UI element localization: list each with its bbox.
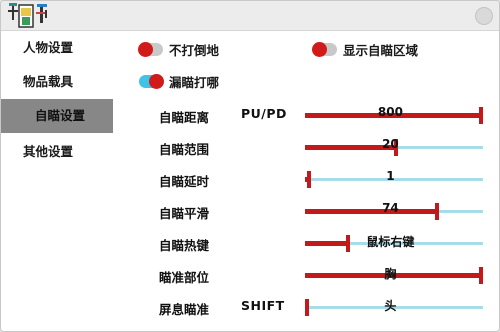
setting-slider-aim-distance[interactable]: 800 (305, 105, 483, 124)
close-button[interactable] (475, 7, 493, 25)
setting-slider-hold-breath-aim[interactable]: 头 (305, 299, 483, 316)
toggle-label: 漏瞄打哪 (169, 74, 220, 90)
setting-label: 屏息瞄准 (159, 302, 210, 317)
setting-hotkey: PU/PD (241, 106, 287, 121)
toggle-show-aim-area[interactable]: 显示自瞄区域 (312, 39, 419, 59)
slider-fill (305, 209, 437, 214)
setting-slider-aim-smooth[interactable]: 74 (305, 201, 483, 220)
setting-hotkey: SHIFT (241, 298, 285, 313)
toggle-miss-aim[interactable]: 漏瞄打哪 (139, 71, 219, 91)
slider-thumb[interactable] (307, 171, 311, 188)
setting-row-aim-range: 自瞄范围 20 (113, 137, 499, 159)
slider-thumb[interactable] (479, 107, 483, 124)
sidebar-item-items-vehicles[interactable]: 物品载具 (1, 65, 113, 99)
slider-value: 鼠标右键 (366, 235, 415, 249)
setting-row-aim-body-part: 瞄准部位 胸 (113, 265, 499, 287)
slider-thumb[interactable] (479, 267, 483, 284)
setting-label: 自瞄热键 (159, 238, 210, 253)
sidebar: 人物设置 物品载具 自瞄设置 其他设置 (1, 31, 113, 331)
setting-slider-aim-range[interactable]: 20 (305, 137, 483, 156)
sidebar-item-aimbot[interactable]: 自瞄设置 (1, 99, 113, 133)
slider-value: 800 (377, 105, 403, 119)
setting-row-aim-smooth: 自瞄平滑 74 (113, 201, 499, 223)
toggle-track (139, 73, 164, 89)
slider-value: 头 (384, 299, 397, 313)
slider-thumb[interactable] (435, 203, 439, 220)
setting-label: 自瞄平滑 (159, 206, 210, 221)
setting-label: 自瞄延时 (159, 174, 210, 189)
setting-label: 自瞄范围 (159, 142, 210, 157)
sidebar-item-other[interactable]: 其他设置 (1, 135, 113, 169)
slider-value: 1 (386, 169, 395, 183)
toggle-no-downed[interactable]: 不打倒地 (138, 39, 220, 59)
app-window: 人物设置 物品载具 自瞄设置 其他设置 不打倒地 显示自瞄区域 漏瞄打哪 自瞄距… (0, 0, 500, 332)
setting-row-aim-delay: 自瞄延时 1 (113, 169, 499, 191)
toggle-track (312, 41, 337, 57)
setting-label: 瞄准部位 (159, 270, 210, 285)
title-bar (1, 1, 499, 31)
setting-row-aim-hotkey: 自瞄热键 鼠标右键 (113, 233, 499, 255)
slider-fill (305, 241, 348, 246)
settings-panel: 不打倒地 显示自瞄区域 漏瞄打哪 自瞄距离 PU/PD 800 自瞄范围 20 自瞄延时 1… (113, 31, 499, 331)
setting-slider-aim-delay[interactable]: 1 (305, 169, 483, 188)
slider-value: 20 (382, 137, 399, 151)
slider-value: 74 (382, 201, 399, 215)
sidebar-item-character[interactable]: 人物设置 (1, 31, 113, 65)
toggle-label: 显示自瞄区域 (343, 42, 419, 58)
setting-row-hold-breath-aim: 屏息瞄准 SHIFT 头 (113, 297, 499, 319)
setting-label: 自瞄距离 (159, 110, 210, 125)
setting-slider-aim-hotkey[interactable]: 鼠标右键 (305, 235, 483, 252)
slider-thumb[interactable] (346, 235, 350, 252)
setting-slider-aim-body-part[interactable]: 胸 (305, 267, 483, 284)
setting-row-aim-distance: 自瞄距离 PU/PD 800 (113, 105, 499, 127)
toggle-track (138, 41, 163, 57)
slider-value: 胸 (384, 267, 397, 281)
slider-thumb[interactable] (305, 299, 309, 316)
toggle-label: 不打倒地 (169, 42, 220, 58)
